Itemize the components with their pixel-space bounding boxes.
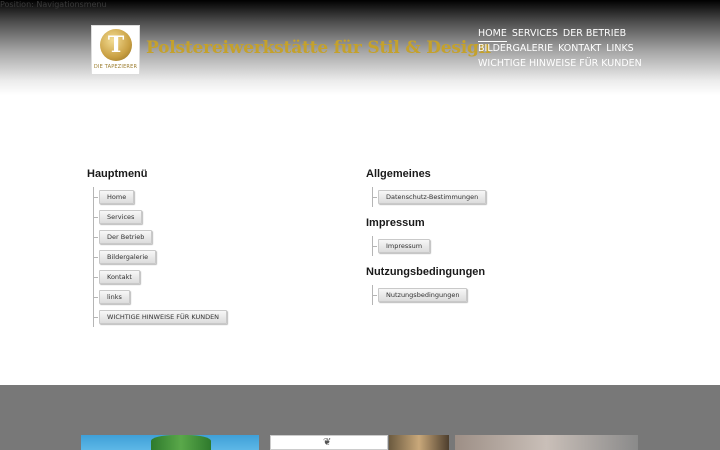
hauptmenu-section: Hauptmenü Home Services Der Betrieb Bild… <box>87 168 327 327</box>
hauptmenu-title: Hauptmenü <box>87 168 148 180</box>
logo-letter: T <box>107 32 125 58</box>
top-navigation: HOME SERVICES DER BETRIEB BILDERGALERIE … <box>478 27 642 72</box>
allgemeines-tree: Datenschutz-Bestimmungen <box>372 187 606 207</box>
hauptmenu-tree: Home Services Der Betrieb Bildergalerie … <box>93 187 327 327</box>
nav-kontakt[interactable]: KONTAKT <box>558 42 601 57</box>
allgemeines-group: Allgemeines Datenschutz-Bestimmungen <box>366 168 606 207</box>
impressum-group: Impressum Impressum <box>366 217 606 256</box>
nav-bildergalerie[interactable]: BILDERGALERIE <box>478 42 553 57</box>
header: Position: Navigationsmenu T DIE TAPEZIER… <box>0 0 720 95</box>
nutzung-group: Nutzungsbedingungen Nutzungsbedingungen <box>366 266 606 305</box>
palm-image-icon <box>151 435 211 450</box>
skip-link[interactable]: Position: Navigationsmenu <box>0 0 107 9</box>
gallery-image-logo-mark[interactable]: ❦ <box>270 435 388 450</box>
nav-wichtige-hinweise[interactable]: WICHTIGE HINWEISE FÜR KUNDEN <box>478 57 642 72</box>
logo-caption: DIE TAPEZIERER <box>93 64 138 70</box>
site-title[interactable]: Polstereiwerkstätte für Stil & Design <box>146 38 491 58</box>
menu-link-impressum[interactable]: Impressum <box>378 239 431 253</box>
list-item: Kontakt <box>94 267 327 287</box>
gallery-image-room[interactable] <box>455 435 638 450</box>
nav-services[interactable]: SERVICES <box>512 27 558 42</box>
list-item: links <box>94 287 327 307</box>
nav-links[interactable]: LINKS <box>606 42 633 57</box>
logo-emblem-icon: T <box>100 29 132 61</box>
menu-link-datenschutz[interactable]: Datenschutz-Bestimmungen <box>378 190 487 204</box>
gallery-image-interior[interactable] <box>389 435 449 450</box>
menu-link-home[interactable]: Home <box>99 190 135 204</box>
gallery-image-palm[interactable] <box>81 435 259 450</box>
impressum-tree: Impressum <box>372 236 606 256</box>
logo[interactable]: T DIE TAPEZIERER <box>91 25 140 75</box>
list-item: Impressum <box>373 236 606 256</box>
list-item: Nutzungsbedingungen <box>373 285 606 305</box>
nutzung-title: Nutzungsbedingungen <box>366 266 486 278</box>
list-item: WICHTIGE HINWEISE FÜR KUNDEN <box>94 307 327 327</box>
footer-menus-section: Allgemeines Datenschutz-Bestimmungen Imp… <box>366 168 606 315</box>
menu-link-wichtige-hinweise[interactable]: WICHTIGE HINWEISE FÜR KUNDEN <box>99 310 228 324</box>
menu-link-der-betrieb[interactable]: Der Betrieb <box>99 230 153 244</box>
list-item: Bildergalerie <box>94 247 327 267</box>
menu-link-kontakt[interactable]: Kontakt <box>99 270 140 284</box>
menu-link-bildergalerie[interactable]: Bildergalerie <box>99 250 157 264</box>
list-item: Home <box>94 187 327 207</box>
list-item: Der Betrieb <box>94 227 327 247</box>
menu-link-links[interactable]: links <box>99 290 130 304</box>
allgemeines-title: Allgemeines <box>366 168 431 180</box>
nav-home[interactable]: HOME <box>478 27 507 42</box>
menu-link-nutzungsbedingungen[interactable]: Nutzungsbedingungen <box>378 288 468 302</box>
menu-link-services[interactable]: Services <box>99 210 143 224</box>
monogram-icon: ❦ <box>323 437 332 448</box>
nav-der-betrieb[interactable]: DER BETRIEB <box>563 27 626 42</box>
list-item: Datenschutz-Bestimmungen <box>373 187 606 207</box>
list-item: Services <box>94 207 327 227</box>
impressum-title: Impressum <box>366 217 425 229</box>
nutzung-tree: Nutzungsbedingungen <box>372 285 606 305</box>
page: Position: Navigationsmenu T DIE TAPEZIER… <box>0 0 720 450</box>
